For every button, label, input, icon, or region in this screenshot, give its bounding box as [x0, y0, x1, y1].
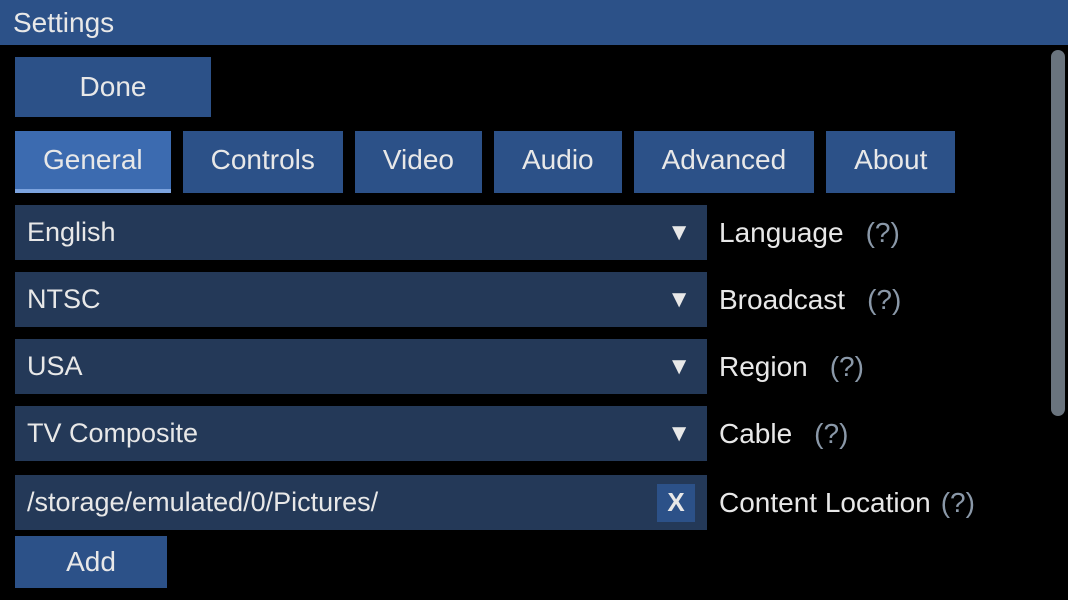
broadcast-dropdown[interactable]: NTSC ▼ — [15, 272, 707, 327]
language-help[interactable]: (?) — [866, 217, 900, 249]
cable-value: TV Composite — [27, 418, 667, 449]
content-location-add-button[interactable]: Add — [15, 536, 167, 588]
content-location-path-box: /storage/emulated/0/Pictures/ X — [15, 475, 707, 530]
tab-general[interactable]: General — [15, 131, 171, 193]
row-broadcast: NTSC ▼ Broadcast (?) — [15, 272, 1053, 327]
settings-content: Done General Controls Video Audio Advanc… — [0, 45, 1068, 588]
cable-label: Cable — [719, 418, 792, 450]
done-button[interactable]: Done — [15, 57, 211, 117]
tab-controls[interactable]: Controls — [183, 131, 343, 193]
settings-rows: English ▼ Language (?) NTSC ▼ Broadcast … — [15, 205, 1053, 588]
done-label: Done — [80, 71, 147, 103]
settings-tabs: General Controls Video Audio Advanced Ab… — [15, 131, 1053, 193]
content-location-path: /storage/emulated/0/Pictures/ — [27, 487, 657, 518]
add-label: Add — [66, 546, 116, 578]
broadcast-value: NTSC — [27, 284, 667, 315]
cable-help[interactable]: (?) — [814, 418, 848, 450]
region-dropdown[interactable]: USA ▼ — [15, 339, 707, 394]
cable-dropdown[interactable]: TV Composite ▼ — [15, 406, 707, 461]
row-cable: TV Composite ▼ Cable (?) — [15, 406, 1053, 461]
row-region: USA ▼ Region (?) — [15, 339, 1053, 394]
tab-controls-label: Controls — [211, 144, 315, 176]
language-dropdown[interactable]: English ▼ — [15, 205, 707, 260]
broadcast-label: Broadcast — [719, 284, 845, 316]
chevron-down-icon: ▼ — [667, 355, 691, 379]
tab-about-label: About — [854, 144, 927, 176]
chevron-down-icon: ▼ — [667, 422, 691, 446]
chevron-down-icon: ▼ — [667, 288, 691, 312]
close-icon: X — [667, 487, 684, 518]
content-location-help[interactable]: (?) — [941, 487, 975, 519]
tab-audio[interactable]: Audio — [494, 131, 622, 193]
region-help[interactable]: (?) — [830, 351, 864, 383]
tab-video[interactable]: Video — [355, 131, 482, 193]
tab-about[interactable]: About — [826, 131, 955, 193]
settings-titlebar: Settings — [0, 0, 1068, 45]
broadcast-help[interactable]: (?) — [867, 284, 901, 316]
content-location-remove-button[interactable]: X — [657, 484, 695, 522]
row-content-location: /storage/emulated/0/Pictures/ X Add Cont… — [15, 475, 1053, 588]
tab-video-label: Video — [383, 144, 454, 176]
tab-general-label: General — [43, 144, 143, 176]
language-label: Language — [719, 217, 844, 249]
region-value: USA — [27, 351, 667, 382]
row-language: English ▼ Language (?) — [15, 205, 1053, 260]
tab-advanced-label: Advanced — [662, 144, 787, 176]
tab-audio-label: Audio — [522, 144, 594, 176]
region-label: Region — [719, 351, 808, 383]
tab-advanced[interactable]: Advanced — [634, 131, 815, 193]
language-value: English — [27, 217, 667, 248]
scrollbar[interactable] — [1051, 50, 1065, 416]
content-location-label: Content Location — [719, 487, 931, 519]
chevron-down-icon: ▼ — [667, 221, 691, 245]
settings-title: Settings — [13, 7, 114, 39]
